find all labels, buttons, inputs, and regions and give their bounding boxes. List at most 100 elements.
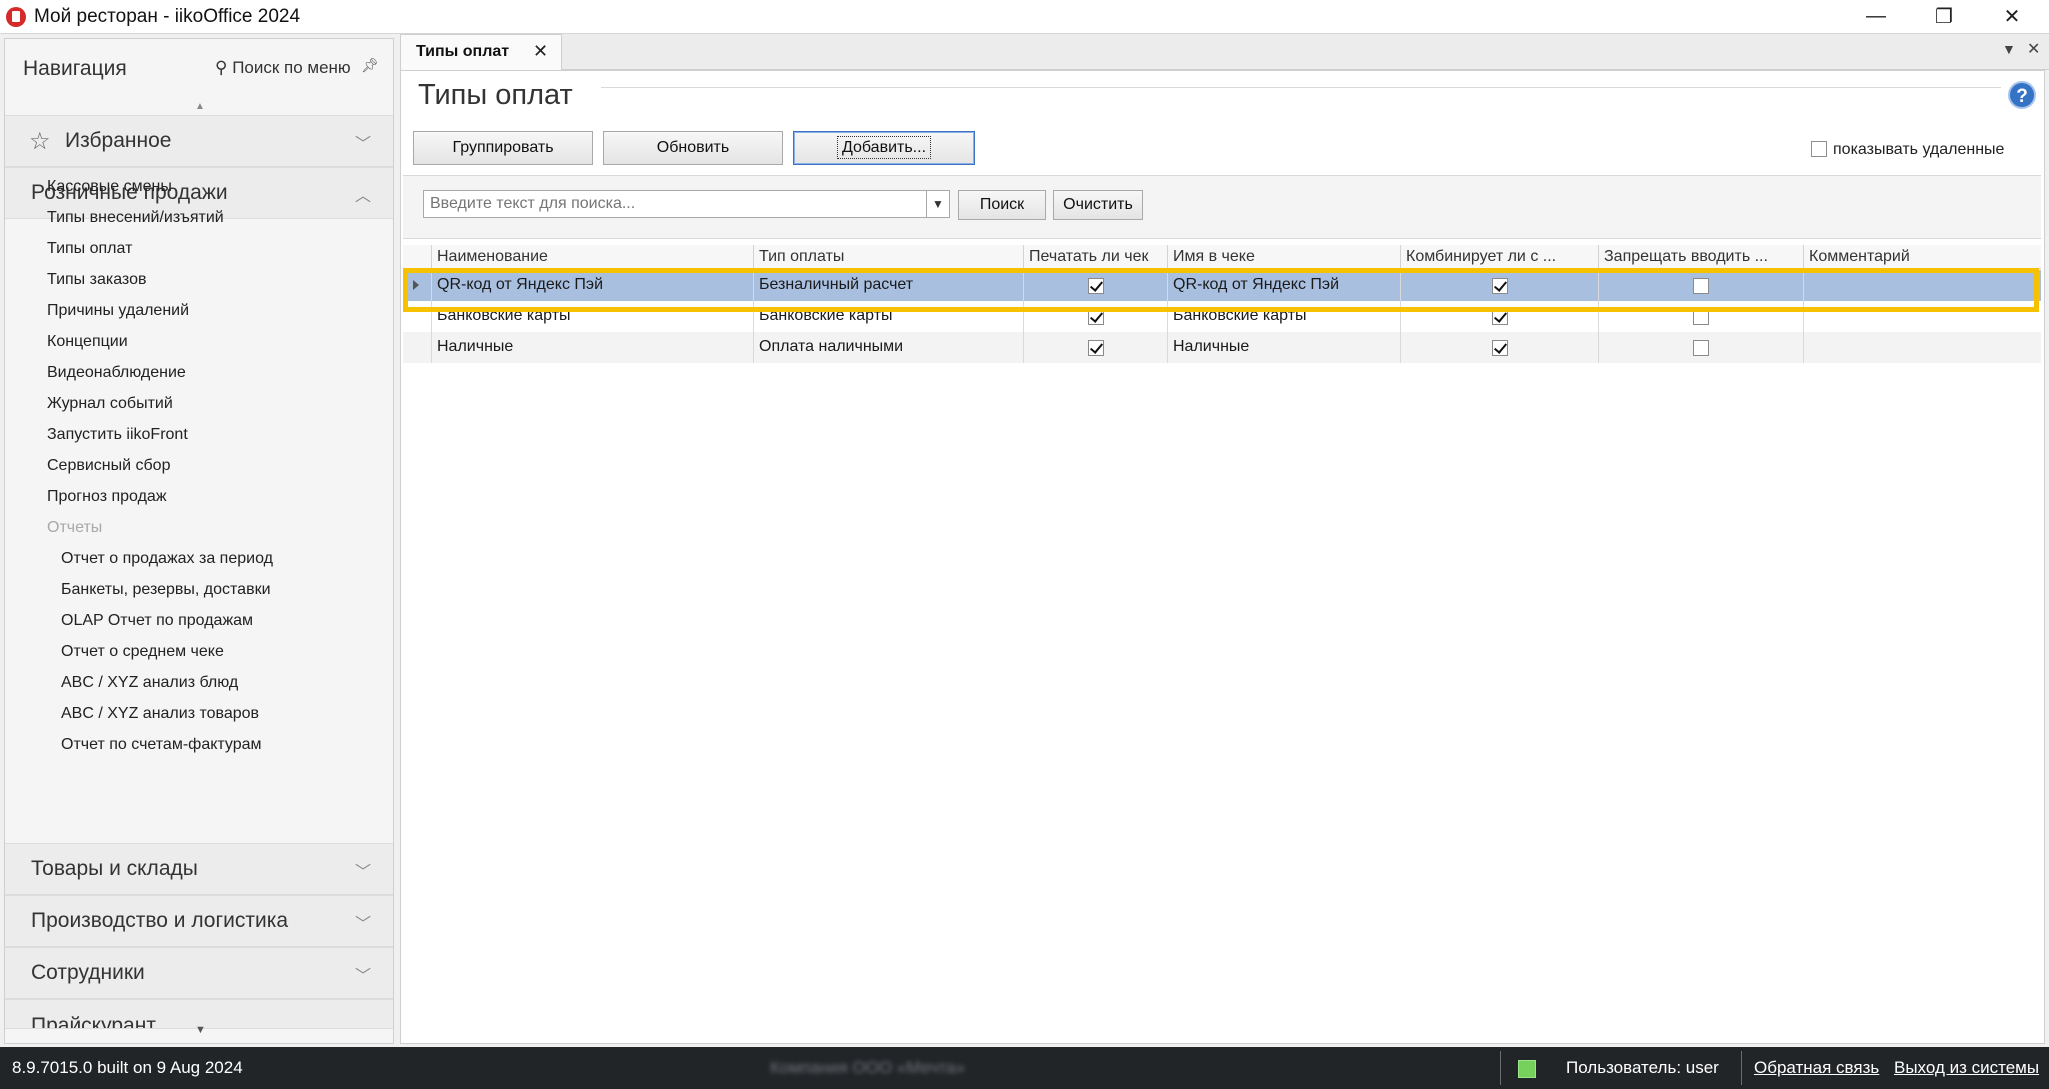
- scroll-down-arrow[interactable]: ▼: [195, 1024, 206, 1036]
- chevron-down-icon: ﹀: [354, 916, 371, 933]
- nav-item-event-log[interactable]: Журнал событий: [47, 395, 173, 413]
- chevron-up-icon: ︿: [354, 188, 371, 205]
- show-deleted-label: показывать удаленные: [1833, 141, 2005, 158]
- nav-item-payment-types[interactable]: Типы оплат: [47, 240, 132, 258]
- tab-payment-types[interactable]: Типы оплат ✕: [400, 34, 562, 70]
- chevron-down-icon: ﹀: [354, 968, 371, 985]
- group-staff-label: Сотрудники: [31, 961, 145, 984]
- report-banquets[interactable]: Банкеты, резервы, доставки: [61, 581, 271, 599]
- feedback-link[interactable]: Обратная связь: [1754, 1058, 1879, 1078]
- group-button[interactable]: Группировать: [413, 131, 593, 165]
- pin-icon[interactable]: 📌︎: [361, 57, 379, 74]
- print-check-checkbox[interactable]: [1087, 339, 1104, 356]
- status-bar: 8.9.7015.0 built on 9 Aug 2024 Компания …: [0, 1047, 2049, 1089]
- status-separator: [1741, 1051, 1742, 1085]
- menu-search-link[interactable]: ⚲ Поиск по меню: [215, 58, 351, 78]
- current-user: Пользователь: user: [1566, 1058, 1719, 1077]
- nav-item-service-charge[interactable]: Сервисный сбор: [47, 457, 170, 475]
- add-button[interactable]: Добавить...: [793, 131, 975, 165]
- col-header-type[interactable]: Тип оплаты: [753, 245, 1023, 269]
- col-header-combines[interactable]: Комбинирует ли с ...: [1400, 245, 1598, 269]
- company-name: Компания ООО «Мечта»: [770, 1058, 965, 1077]
- nav-item-video[interactable]: Видеонаблюдение: [47, 364, 186, 382]
- col-header-check-name[interactable]: Имя в чеке: [1167, 245, 1400, 269]
- grid-header: Наименование Тип оплаты Печатать ли чек …: [403, 245, 2041, 269]
- nav-item-deposit-types[interactable]: Типы внесений/изъятий: [47, 209, 224, 227]
- group-goods-label: Товары и склады: [31, 857, 198, 880]
- nav-item-delete-reasons[interactable]: Причины удалений: [47, 302, 189, 320]
- nav-header: Навигация ⚲ Поиск по меню 📌︎: [5, 39, 393, 99]
- group-production-label: Производство и логистика: [31, 909, 289, 932]
- forbid-checkbox[interactable]: [1693, 339, 1709, 356]
- cell-print[interactable]: [1023, 332, 1167, 363]
- navigation-panel: Навигация ⚲ Поиск по меню 📌︎ ▲ ☆ Избранн…: [4, 38, 394, 1044]
- search-button[interactable]: Поиск: [958, 190, 1046, 220]
- content-panel: Типы оплат ? Группировать Обновить Добав…: [400, 70, 2045, 1044]
- close-window-button[interactable]: ✕: [1978, 0, 2046, 32]
- report-abc-goods[interactable]: ABC / XYZ анализ товаров: [61, 705, 259, 723]
- app-icon: [6, 7, 26, 27]
- group-goods[interactable]: Товары и склады ﹀: [5, 843, 393, 895]
- col-header-print[interactable]: Печатать ли чек: [1023, 245, 1167, 269]
- col-header-forbid[interactable]: Запрещать вводить ...: [1598, 245, 1803, 269]
- title-divider: [601, 87, 2001, 88]
- nav-item-cash-shifts[interactable]: Кассовые смены: [47, 178, 172, 196]
- refresh-button-label: Обновить: [656, 139, 730, 156]
- nav-item-launch-front[interactable]: Запустить iikoFront: [47, 426, 188, 444]
- restore-button[interactable]: ❐: [1910, 0, 1978, 32]
- table-row[interactable]: Наличные Оплата наличными Наличные: [403, 332, 2041, 363]
- selected-row-highlight: [403, 268, 2039, 312]
- page-title: Типы оплат: [418, 79, 573, 111]
- clear-button[interactable]: Очистить: [1053, 190, 1143, 220]
- nav-item-concepts[interactable]: Концепции: [47, 333, 128, 351]
- title-bar: Мой ресторан - iikoOffice 2024 — ❐ ✕: [0, 0, 2049, 34]
- report-average-check[interactable]: Отчет о среднем чеке: [61, 643, 224, 661]
- cell-check-name[interactable]: Наличные: [1167, 332, 1400, 363]
- report-sales-period[interactable]: Отчет о продажах за период: [61, 550, 273, 568]
- nav-reports-label: Отчеты: [47, 519, 103, 536]
- close-all-tabs-icon[interactable]: ✕: [2027, 39, 2040, 59]
- tab-list-dropdown-icon[interactable]: ▼: [2002, 41, 2016, 57]
- show-deleted-checkbox[interactable]: [1811, 141, 1827, 157]
- status-separator: [1500, 1051, 1501, 1085]
- show-deleted-toggle[interactable]: показывать удаленные: [1811, 141, 2004, 159]
- group-favorites[interactable]: ☆ Избранное ﹀: [5, 115, 393, 167]
- nav-item-sales-forecast[interactable]: Прогноз продаж: [47, 488, 167, 506]
- logout-link[interactable]: Выход из системы: [1894, 1058, 2039, 1078]
- star-icon: ☆: [29, 128, 51, 155]
- chevron-down-icon: ﹀: [354, 136, 371, 153]
- group-production[interactable]: Производство и логистика ﹀: [5, 895, 393, 947]
- report-invoices[interactable]: Отчет по счетам-фактурам: [61, 736, 262, 754]
- tab-label: Типы оплат: [416, 43, 510, 60]
- add-button-label: Добавить...: [836, 136, 932, 159]
- chevron-down-icon: ﹀: [354, 864, 371, 881]
- help-icon[interactable]: ?: [2008, 81, 2036, 109]
- search-input[interactable]: [423, 190, 928, 218]
- nav-title: Навигация: [23, 57, 127, 80]
- cell-type[interactable]: Оплата наличными: [753, 332, 1023, 363]
- version-text: 8.9.7015.0 built on 9 Aug 2024: [12, 1058, 243, 1077]
- combines-checkbox[interactable]: [1491, 339, 1508, 356]
- group-partial-label: Прайскурант: [31, 1014, 156, 1029]
- refresh-button[interactable]: Обновить: [603, 131, 783, 165]
- cell-forbid[interactable]: [1598, 332, 1803, 363]
- search-panel: ▼ Поиск Очистить: [403, 175, 2041, 239]
- connection-status-icon: [1518, 1060, 1536, 1078]
- nav-item-order-types[interactable]: Типы заказов: [47, 271, 146, 289]
- menu-search-label: Поиск по меню: [232, 58, 351, 77]
- cell-combines[interactable]: [1400, 332, 1598, 363]
- group-staff[interactable]: Сотрудники ﹀: [5, 947, 393, 999]
- report-abc-dishes[interactable]: ABC / XYZ анализ блюд: [61, 674, 238, 692]
- cell-comment[interactable]: [1803, 332, 2041, 363]
- col-header-comment[interactable]: Комментарий: [1803, 245, 2041, 269]
- tab-strip: Типы оплат ✕ ▼ ✕: [400, 34, 2049, 70]
- minimize-button[interactable]: —: [1842, 0, 1910, 32]
- scroll-up-arrow[interactable]: ▲: [195, 101, 205, 112]
- tab-close-icon[interactable]: ✕: [533, 41, 548, 62]
- window-title: Мой ресторан - iikoOffice 2024: [34, 6, 301, 27]
- cell-name[interactable]: Наличные: [431, 332, 753, 363]
- search-history-dropdown[interactable]: ▼: [926, 190, 950, 218]
- search-icon: ⚲: [215, 58, 233, 77]
- col-header-name[interactable]: Наименование: [431, 245, 753, 269]
- report-olap-sales[interactable]: OLAP Отчет по продажам: [61, 612, 253, 630]
